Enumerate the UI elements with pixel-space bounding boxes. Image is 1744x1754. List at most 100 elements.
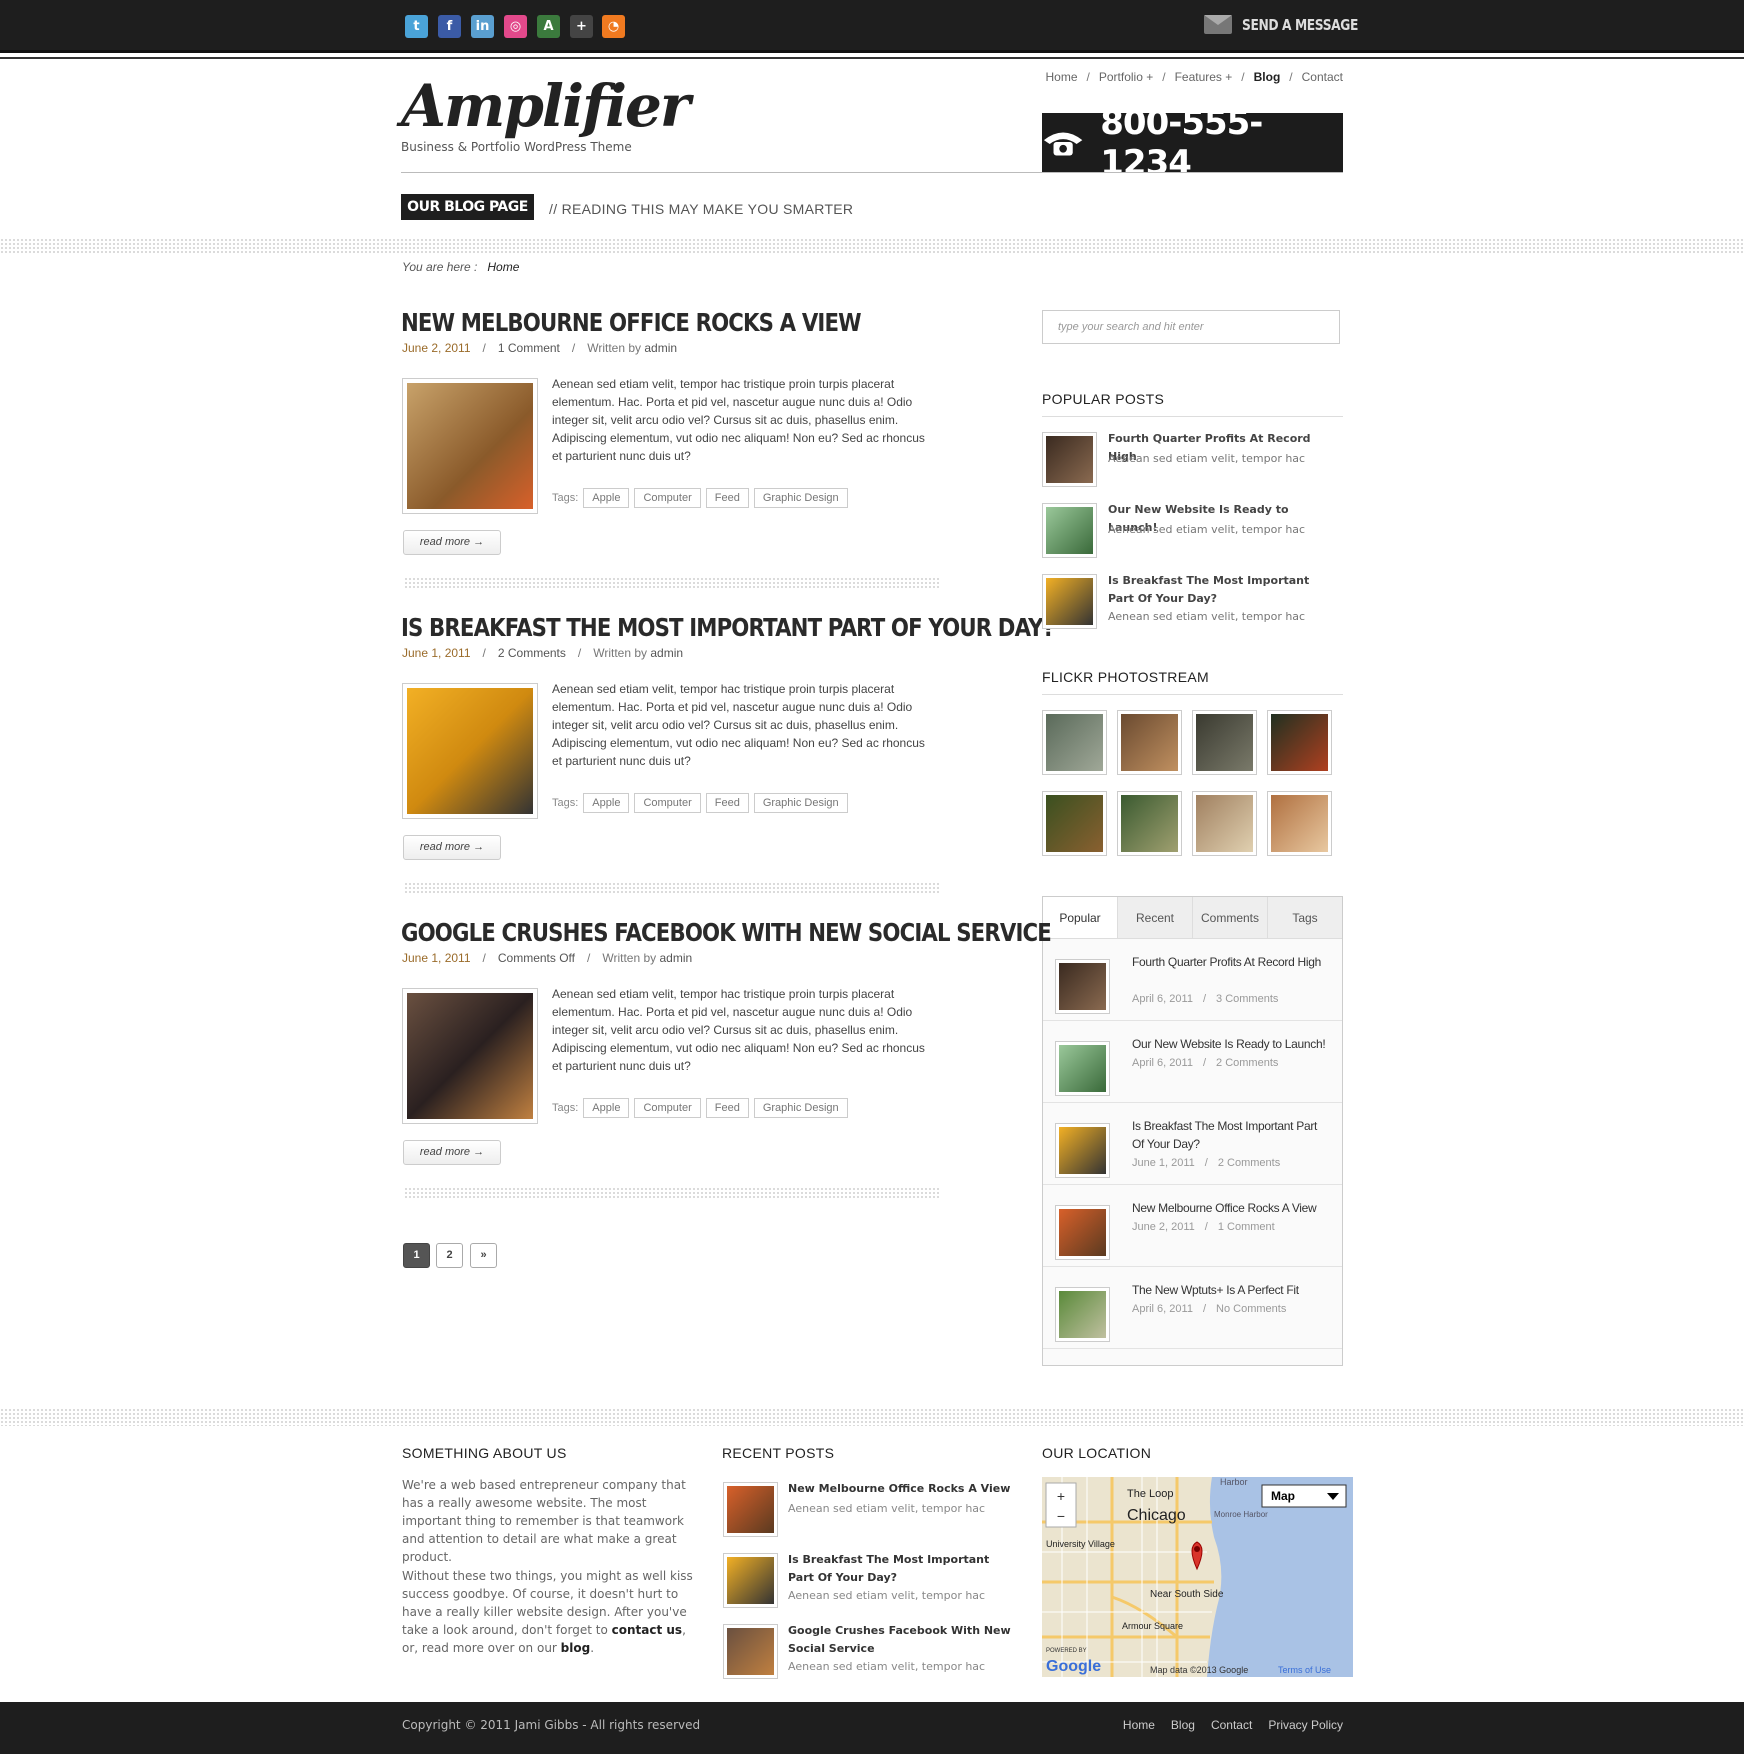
dribbble-icon[interactable]: ◎: [504, 15, 527, 38]
recent-post-image: [727, 1628, 774, 1675]
tab-item-comments[interactable]: 2 Comments: [1216, 1057, 1278, 1069]
popular-post-thumbnail[interactable]: [1042, 574, 1097, 629]
tab-list-item[interactable]: New Melbourne Office Rocks A View June 2,…: [1043, 1185, 1342, 1267]
tab-popular[interactable]: Popular: [1043, 897, 1117, 938]
post-title[interactable]: GOOGLE CRUSHES FACEBOOK WITH NEW SOCIAL …: [401, 918, 1052, 947]
contact-us-link[interactable]: contact us: [612, 1623, 682, 1637]
flickr-photo[interactable]: [1042, 791, 1107, 856]
nav-home[interactable]: Home: [1046, 70, 1078, 84]
tab-item-title[interactable]: Is Breakfast The Most Important Part Of …: [1132, 1117, 1332, 1153]
tab-item-thumbnail[interactable]: [1055, 1287, 1110, 1342]
tab-item-title[interactable]: The New Wptuts+ Is A Perfect Fit: [1132, 1281, 1332, 1299]
flickr-photo[interactable]: [1192, 710, 1257, 775]
footer-nav-privacy[interactable]: Privacy Policy: [1268, 1718, 1343, 1732]
recent-post-thumbnail[interactable]: [723, 1553, 778, 1608]
tab-item-title[interactable]: Fourth Quarter Profits At Record High: [1132, 953, 1332, 971]
tag-link[interactable]: Feed: [705, 488, 749, 508]
tab-list-item[interactable]: Is Breakfast The Most Important Part Of …: [1043, 1103, 1342, 1185]
tag-link[interactable]: Apple: [583, 1098, 630, 1118]
post-comments-link[interactable]: 2 Comments: [498, 646, 566, 660]
send-message-link[interactable]: SEND A MESSAGE: [1204, 15, 1383, 34]
blog-link[interactable]: blog: [561, 1641, 591, 1655]
footer-nav-blog[interactable]: Blog: [1171, 1718, 1195, 1732]
nav-blog[interactable]: Blog: [1254, 70, 1281, 84]
tab-item-comments[interactable]: 3 Comments: [1216, 993, 1278, 1005]
recent-post-title[interactable]: Is Breakfast The Most Important Part Of …: [788, 1551, 1013, 1587]
recent-post-title[interactable]: Google Crushes Facebook With New Social …: [788, 1622, 1013, 1658]
nav-portfolio[interactable]: Portfolio +: [1099, 70, 1153, 84]
flickr-photo[interactable]: [1117, 710, 1182, 775]
widget-divider: [1042, 416, 1343, 417]
twitter-icon[interactable]: t: [405, 15, 428, 38]
tab-item-thumbnail[interactable]: [1055, 1041, 1110, 1096]
tab-item-thumbnail[interactable]: [1055, 959, 1110, 1014]
flickr-photo[interactable]: [1267, 710, 1332, 775]
tab-item-thumbnail[interactable]: [1055, 1123, 1110, 1178]
tab-item-comments[interactable]: 1 Comment: [1218, 1221, 1275, 1233]
flickr-photo[interactable]: [1192, 791, 1257, 856]
page-2-button[interactable]: 2: [436, 1243, 463, 1268]
post-thumbnail[interactable]: [402, 988, 538, 1124]
tag-link[interactable]: Computer: [634, 488, 701, 508]
popular-post-thumbnail[interactable]: [1042, 503, 1097, 558]
breadcrumb-home[interactable]: Home: [487, 260, 519, 274]
tag-link[interactable]: Computer: [634, 1098, 701, 1118]
tab-list-item[interactable]: The New Wptuts+ Is A Perfect Fit April 6,…: [1043, 1267, 1342, 1349]
location-map[interactable]: + − Map Chicago The Loop Near South Side…: [1042, 1477, 1353, 1677]
search-input[interactable]: type your search and hit enter: [1042, 310, 1340, 344]
post-comments-link[interactable]: Comments Off: [498, 951, 575, 965]
tag-link[interactable]: Graphic Design: [753, 1098, 848, 1118]
flickr-photo[interactable]: [1117, 791, 1182, 856]
nav-features[interactable]: Features +: [1175, 70, 1233, 84]
tab-comments[interactable]: Comments: [1192, 897, 1267, 938]
popular-post-thumbnail[interactable]: [1042, 432, 1097, 487]
recent-post-thumbnail[interactable]: [723, 1482, 778, 1537]
post-thumbnail[interactable]: [402, 683, 538, 819]
flickr-photo[interactable]: [1042, 710, 1107, 775]
post-author-link[interactable]: admin: [644, 341, 677, 355]
read-more-button[interactable]: read more →: [403, 530, 501, 555]
recent-post-excerpt: Aenean sed etiam velit, tempor hac: [788, 1660, 986, 1673]
next-page-button[interactable]: »: [470, 1243, 497, 1268]
post-comments-link[interactable]: 1 Comment: [498, 341, 560, 355]
tag-link[interactable]: Graphic Design: [753, 793, 848, 813]
tab-tags[interactable]: Tags: [1267, 897, 1342, 938]
tab-item-comments[interactable]: 2 Comments: [1218, 1157, 1280, 1169]
flickr-photo[interactable]: [1267, 791, 1332, 856]
post-thumbnail[interactable]: [402, 378, 538, 514]
tab-item-title[interactable]: New Melbourne Office Rocks A View: [1132, 1199, 1332, 1217]
nav-contact[interactable]: Contact: [1302, 70, 1343, 84]
popular-post-title[interactable]: Is Breakfast The Most Important Part Of …: [1108, 572, 1333, 608]
read-more-button[interactable]: read more →: [403, 1140, 501, 1165]
footer-nav-home[interactable]: Home: [1123, 1718, 1155, 1732]
tab-item-title[interactable]: Our New Website Is Ready to Launch!: [1132, 1035, 1332, 1053]
tab-list-item[interactable]: Our New Website Is Ready to Launch! April…: [1043, 1021, 1342, 1103]
tab-item-image: [1059, 1291, 1106, 1338]
tag-link[interactable]: Computer: [634, 793, 701, 813]
tab-item-comments[interactable]: No Comments: [1216, 1303, 1286, 1315]
page-1-button[interactable]: 1: [403, 1243, 430, 1268]
tab-recent[interactable]: Recent: [1117, 897, 1192, 938]
tab-list-item[interactable]: Fourth Quarter Profits At Record High Apr…: [1043, 939, 1342, 1021]
recent-post-title[interactable]: New Melbourne Office Rocks A View: [788, 1480, 1013, 1498]
post-author-link[interactable]: admin: [659, 951, 692, 965]
post-tags: Tags: Apple Computer Feed Graphic Design: [552, 488, 848, 508]
tag-link[interactable]: Feed: [705, 1098, 749, 1118]
tab-item-thumbnail[interactable]: [1055, 1205, 1110, 1260]
post-title[interactable]: IS BREAKFAST THE MOST IMPORTANT PART OF …: [401, 613, 1055, 642]
site-logo[interactable]: Amplifier: [401, 72, 690, 140]
plus-icon[interactable]: +: [570, 15, 593, 38]
linkedin-icon[interactable]: in: [471, 15, 494, 38]
recent-post-thumbnail[interactable]: [723, 1624, 778, 1679]
deviantart-icon[interactable]: A: [537, 15, 560, 38]
post-author-link[interactable]: admin: [650, 646, 683, 660]
facebook-icon[interactable]: f: [438, 15, 461, 38]
tag-link[interactable]: Graphic Design: [753, 488, 848, 508]
footer-nav-contact[interactable]: Contact: [1211, 1718, 1252, 1732]
rss-icon[interactable]: ◔: [602, 15, 625, 38]
tag-link[interactable]: Apple: [583, 488, 630, 508]
post-title[interactable]: NEW MELBOURNE OFFICE ROCKS A VIEW: [401, 308, 862, 337]
tag-link[interactable]: Apple: [583, 793, 630, 813]
tag-link[interactable]: Feed: [705, 793, 749, 813]
read-more-button[interactable]: read more →: [403, 835, 501, 860]
